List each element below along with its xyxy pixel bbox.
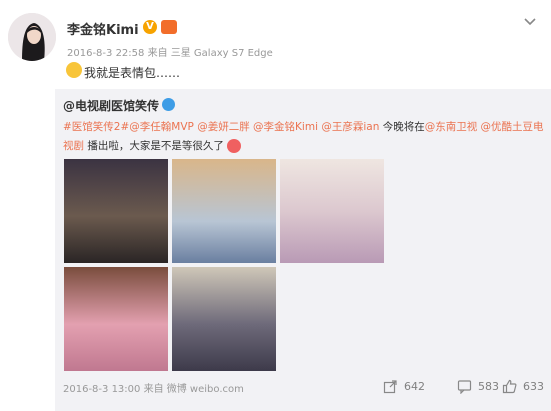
photo-thumbnail[interactable] (172, 159, 276, 263)
comment-icon (457, 380, 472, 394)
original-text: #医馆笑传2#@李任翰MVP @姜妍二胖 @李金铭Kimi @王彦霖ian 今晚… (63, 118, 549, 156)
photo-thumbnail[interactable] (64, 267, 168, 371)
verified-badge (162, 98, 175, 111)
repost-button[interactable]: 642 (383, 379, 425, 394)
username[interactable]: 李金铭Kimi (67, 19, 139, 38)
mention-link[interactable]: @李金铭Kimi (253, 121, 318, 133)
photo-thumbnail[interactable] (172, 267, 276, 371)
like-button[interactable]: 633 (502, 379, 544, 394)
like-count: 633 (523, 380, 544, 393)
mention-link[interactable]: @李任翰MVP (129, 121, 194, 133)
post-header: 李金铭Kimi V 2016-8-3 22:58 来自 三星 Galaxy S7… (0, 0, 551, 90)
heart-emoji-icon (227, 139, 242, 153)
repost-card: @电视剧医馆笑传 #医馆笑传2#@李任翰MVP @姜妍二胖 @李金铭Kimi @… (55, 89, 551, 411)
original-meta: 2016-8-3 13:00 来自 微博 weibo.com (63, 384, 244, 395)
comment-button[interactable]: 583 (457, 379, 499, 394)
mention-link[interactable]: @东南卫视 (425, 121, 478, 133)
photo-thumbnail[interactable] (64, 159, 168, 263)
repost-icon (383, 380, 397, 394)
level-badge (161, 20, 177, 34)
mention-link[interactable]: @王彦霖ian (321, 121, 379, 133)
post-meta: 2016-8-3 22:58 来自 三星 Galaxy S7 Edge (67, 48, 273, 59)
comment-count: 583 (478, 380, 499, 393)
chevron-down-icon[interactable] (523, 14, 537, 28)
emoji-icon (66, 62, 82, 78)
like-icon (502, 379, 517, 394)
verified-badge: V (143, 20, 157, 34)
avatar[interactable] (8, 13, 56, 61)
mention-link[interactable]: @姜妍二胖 (197, 121, 250, 133)
photo-thumbnail[interactable] (280, 159, 384, 263)
repost-count: 642 (404, 380, 425, 393)
post-text: 我就是表情包…… (84, 66, 181, 80)
text-fragment: 播出啦，大家是不是等很久了 (84, 140, 224, 152)
topic-link[interactable]: #医馆笑传2# (63, 121, 129, 133)
original-author[interactable]: @电视剧医馆笑传 (63, 97, 159, 114)
text-fragment: 今晚将在 (379, 121, 425, 133)
